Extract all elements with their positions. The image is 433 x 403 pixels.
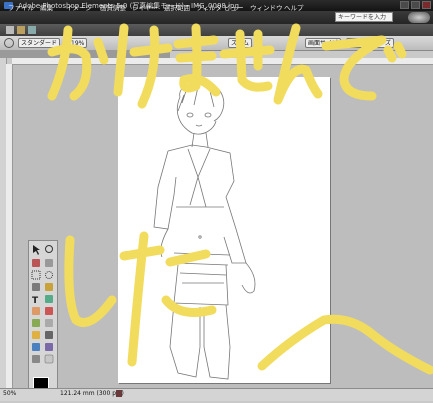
tool-icons: T	[31, 245, 54, 364]
menu-help[interactable]: ヘルプ	[284, 2, 304, 12]
search-input[interactable]: キーワードを入力	[335, 12, 393, 22]
menu-file[interactable]: ファイル	[8, 2, 34, 12]
new-file-icon[interactable]	[6, 26, 14, 34]
sketch-drawing	[153, 81, 256, 380]
svg-text:T: T	[32, 296, 39, 306]
print-size-button[interactable]: プリントサイズ	[346, 38, 394, 48]
close-button[interactable]	[422, 1, 431, 9]
help-orb-icon[interactable]	[408, 12, 430, 23]
standard-button[interactable]: スタンダード	[18, 38, 61, 48]
tools-panel: T	[28, 240, 58, 400]
menu-image[interactable]: イメージ	[66, 2, 92, 12]
menu-enhance[interactable]: 画質調整	[100, 2, 126, 12]
ruler-horizontal	[12, 58, 433, 65]
zoom-value[interactable]: 19%	[68, 38, 88, 48]
save-icon[interactable]	[28, 26, 36, 34]
screen-size-button[interactable]: 画面サイズ	[305, 38, 341, 48]
document-tab[interactable]	[0, 50, 170, 58]
menu-view[interactable]: ビュー	[224, 2, 244, 12]
ruler-vertical	[6, 64, 13, 388]
image-canvas[interactable]	[118, 77, 330, 383]
maximize-button[interactable]	[411, 1, 420, 9]
zoom-button[interactable]: ズーム	[228, 38, 252, 48]
menu-filter[interactable]: フィルタ	[196, 2, 222, 12]
menu-layer[interactable]: レイヤー	[132, 2, 158, 12]
info-arrow-icon[interactable]	[116, 390, 122, 397]
zoom-tool-icon	[4, 38, 14, 48]
zoom-readout[interactable]: 50%	[3, 390, 16, 397]
menu-edit[interactable]: 編集	[40, 2, 53, 12]
open-folder-icon[interactable]	[17, 26, 25, 34]
menu-window[interactable]: ウィンドウ	[250, 2, 283, 12]
minimize-button[interactable]	[400, 1, 409, 9]
document-info: 121.24 mm (300 ppi)	[60, 390, 124, 397]
menu-select[interactable]: 選択範囲	[164, 2, 190, 12]
